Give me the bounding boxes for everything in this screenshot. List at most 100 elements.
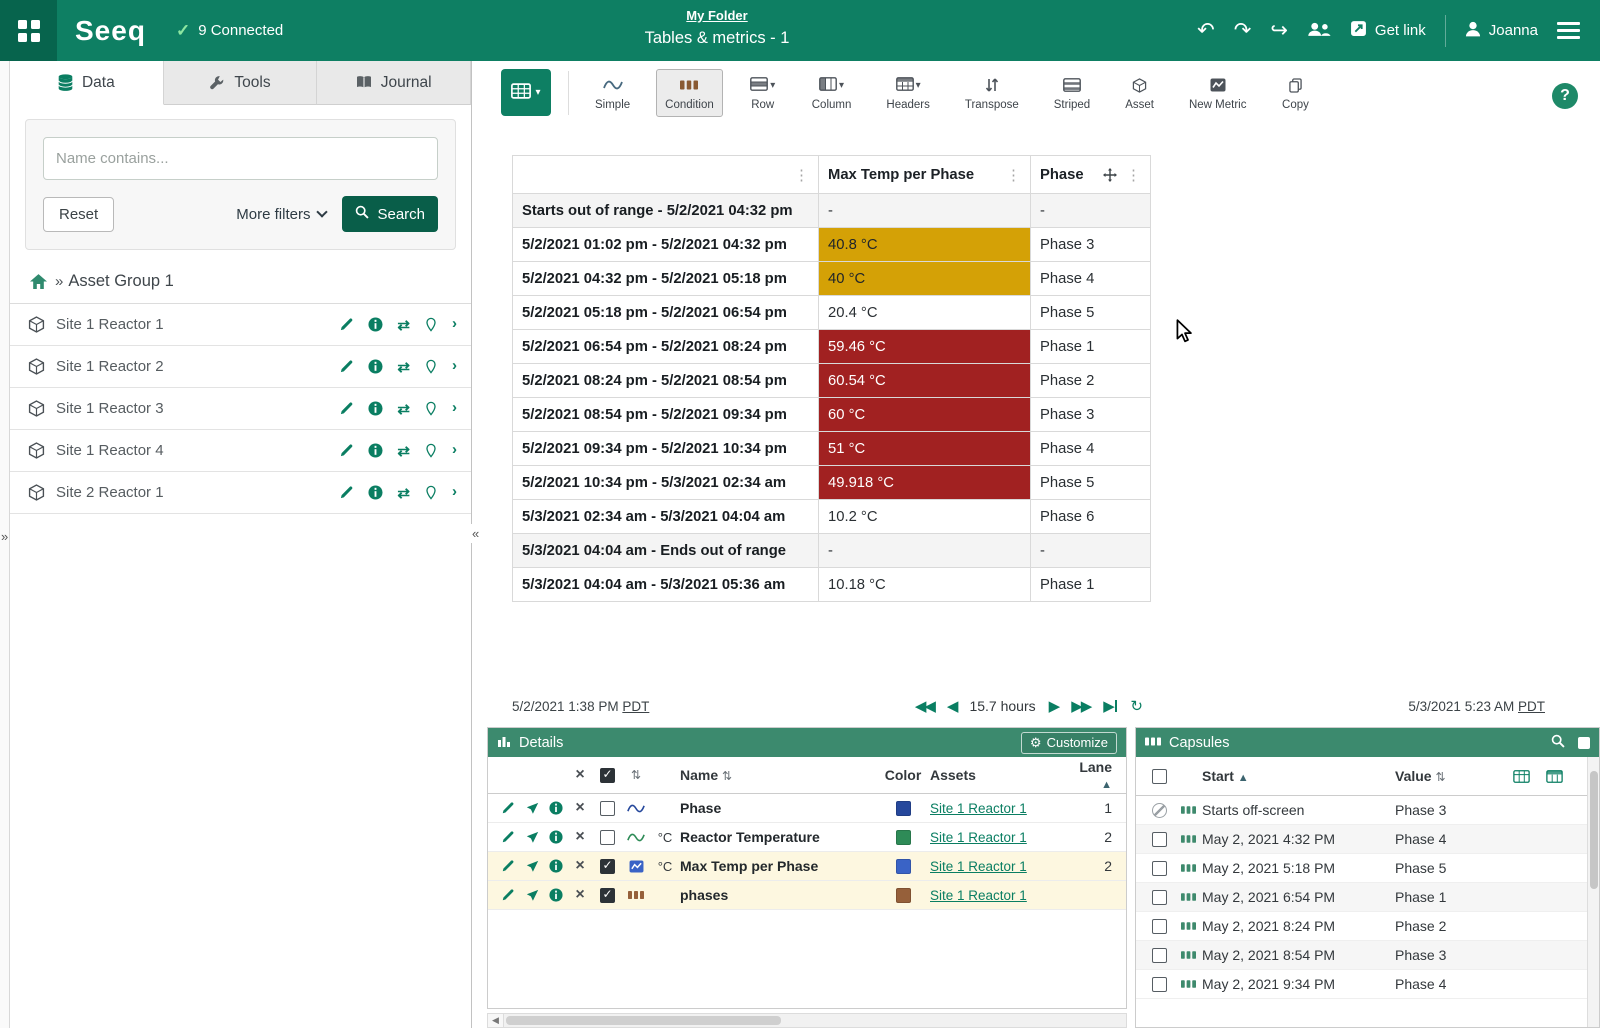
phase-value-cell[interactable]: - bbox=[1031, 194, 1151, 228]
metric-value-cell[interactable]: 20.4 °C bbox=[819, 296, 1031, 330]
details-row[interactable]: × phases Site 1 Reactor 1 bbox=[488, 881, 1126, 910]
capsule-checkbox[interactable] bbox=[1152, 977, 1167, 992]
asset-info-button[interactable] bbox=[368, 443, 383, 458]
item-info-button[interactable] bbox=[544, 888, 568, 902]
search-button[interactable]: Search bbox=[342, 196, 438, 232]
lane-column-header[interactable]: Lane ▲ bbox=[1076, 759, 1118, 791]
get-link-button[interactable]: Get link bbox=[1350, 20, 1426, 41]
details-hscrollbar[interactable]: ◀ bbox=[487, 1013, 1127, 1028]
asset-list-item[interactable]: Site 1 Reactor 2 ⇄ › bbox=[10, 346, 471, 388]
tool-striped[interactable]: Striped bbox=[1045, 69, 1099, 117]
tool-copy[interactable]: Copy bbox=[1272, 69, 1318, 117]
edit-item-button[interactable] bbox=[496, 801, 520, 815]
item-info-button[interactable] bbox=[544, 830, 568, 844]
capsule-checkbox[interactable] bbox=[1152, 890, 1167, 905]
capsule-range-cell[interactable]: 5/2/2021 08:54 pm - 5/2/2021 09:34 pm bbox=[513, 398, 819, 432]
move-column-icon[interactable] bbox=[1103, 168, 1117, 182]
capsules-vscrollbar[interactable] bbox=[1587, 757, 1599, 1027]
range-start-value[interactable]: 5/2/2021 1:38 PM bbox=[512, 699, 619, 714]
capsule-checkbox[interactable] bbox=[1152, 803, 1167, 818]
capsule-range-cell[interactable]: 5/2/2021 08:24 pm - 5/2/2021 08:54 pm bbox=[513, 364, 819, 398]
pin-asset-button[interactable] bbox=[424, 359, 438, 374]
apps-grid-button[interactable] bbox=[0, 0, 57, 61]
phase-value-cell[interactable]: Phase 1 bbox=[1031, 330, 1151, 364]
expand-asset-button[interactable]: › bbox=[452, 445, 457, 456]
navigate-item-button[interactable] bbox=[520, 802, 544, 815]
capsule-row[interactable]: Starts off-screen Phase 3 bbox=[1136, 796, 1599, 825]
edit-asset-button[interactable] bbox=[339, 317, 354, 332]
pin-asset-button[interactable] bbox=[424, 401, 438, 416]
expand-rail-button[interactable]: » bbox=[1, 529, 8, 544]
tool-new-metric[interactable]: New Metric bbox=[1180, 69, 1256, 117]
swap-asset-button[interactable]: ⇄ bbox=[397, 400, 410, 418]
metric-value-cell[interactable]: 49.918 °C bbox=[819, 466, 1031, 500]
step-to-end-button[interactable]: ▶ bbox=[1103, 697, 1117, 715]
asset-info-button[interactable] bbox=[368, 317, 383, 332]
metric-value-cell[interactable]: - bbox=[819, 194, 1031, 228]
edit-asset-button[interactable] bbox=[339, 443, 354, 458]
search-input[interactable] bbox=[43, 137, 438, 180]
value-column-header[interactable]: Value ⇅ bbox=[1395, 768, 1507, 784]
details-row[interactable]: × °C Max Temp per Phase Site 1 Reactor 1… bbox=[488, 852, 1126, 881]
step-forward-button[interactable]: ▶ bbox=[1049, 697, 1059, 715]
tool-transpose[interactable]: Transpose bbox=[956, 69, 1028, 117]
asset-list-item[interactable]: Site 1 Reactor 4 ⇄ › bbox=[10, 430, 471, 472]
tool-condition[interactable]: Condition bbox=[656, 69, 723, 117]
scroll-left-arrow[interactable]: ◀ bbox=[488, 1014, 504, 1027]
metric-value-cell[interactable]: 40 °C bbox=[819, 262, 1031, 296]
capsule-range-cell[interactable]: Starts out of range - 5/2/2021 04:32 pm bbox=[513, 194, 819, 228]
scrollbar-thumb[interactable] bbox=[506, 1016, 781, 1025]
phase-value-cell[interactable]: Phase 2 bbox=[1031, 364, 1151, 398]
phase-value-cell[interactable]: Phase 4 bbox=[1031, 432, 1151, 466]
reset-button[interactable]: Reset bbox=[43, 197, 114, 232]
add-stats-column-button[interactable] bbox=[1546, 770, 1563, 783]
tab-journal[interactable]: Journal bbox=[317, 61, 471, 105]
remove-item-button[interactable]: × bbox=[568, 799, 592, 817]
capsule-row[interactable]: May 2, 2021 4:32 PM Phase 4 bbox=[1136, 825, 1599, 854]
metric-value-cell[interactable]: 51 °C bbox=[819, 432, 1031, 466]
navigate-item-button[interactable] bbox=[520, 831, 544, 844]
column-menu-icon[interactable]: ⋮ bbox=[794, 166, 809, 184]
details-row[interactable]: × Phase Site 1 Reactor 1 1 bbox=[488, 794, 1126, 823]
users-access-button[interactable] bbox=[1307, 20, 1331, 41]
range-end-value[interactable]: 5/3/2021 5:23 AM bbox=[1408, 699, 1514, 714]
asset-link[interactable]: Site 1 Reactor 1 bbox=[930, 859, 1076, 874]
step-forward-full-button[interactable]: ▶▶ bbox=[1071, 697, 1090, 715]
navigate-item-button[interactable] bbox=[520, 889, 544, 902]
expand-asset-button[interactable]: › bbox=[452, 319, 457, 330]
swap-asset-button[interactable]: ⇄ bbox=[397, 358, 410, 376]
capsule-row[interactable]: May 2, 2021 9:34 PM Phase 4 bbox=[1136, 970, 1599, 999]
edit-item-button[interactable] bbox=[496, 859, 520, 873]
details-row[interactable]: × °C Reactor Temperature Site 1 Reactor … bbox=[488, 823, 1126, 852]
timezone-link[interactable]: PDT bbox=[1518, 699, 1545, 714]
capsule-range-cell[interactable]: 5/2/2021 01:02 pm - 5/2/2021 04:32 pm bbox=[513, 228, 819, 262]
capsule-range-cell[interactable]: 5/2/2021 10:34 pm - 5/3/2021 02:34 am bbox=[513, 466, 819, 500]
view-selector-button[interactable]: ▾ bbox=[501, 69, 551, 116]
metric-value-cell[interactable]: 59.46 °C bbox=[819, 330, 1031, 364]
asset-list-item[interactable]: Site 2 Reactor 1 ⇄ › bbox=[10, 472, 471, 514]
capsule-row[interactable]: May 2, 2021 8:24 PM Phase 2 bbox=[1136, 912, 1599, 941]
auto-update-button[interactable]: ↻ bbox=[1130, 697, 1143, 715]
tool-row[interactable]: ▾ Row bbox=[740, 69, 786, 117]
swap-asset-button[interactable]: ⇄ bbox=[397, 442, 410, 460]
tool-column[interactable]: ▾ Column bbox=[803, 69, 861, 117]
item-info-button[interactable] bbox=[544, 801, 568, 815]
asset-link[interactable]: Site 1 Reactor 1 bbox=[930, 801, 1076, 816]
capsule-row[interactable]: May 2, 2021 5:18 PM Phase 5 bbox=[1136, 854, 1599, 883]
swap-asset-button[interactable]: ⇄ bbox=[397, 484, 410, 502]
user-menu[interactable]: Joanna bbox=[1465, 21, 1538, 41]
capsule-checkbox[interactable] bbox=[1152, 861, 1167, 876]
edit-asset-button[interactable] bbox=[339, 401, 354, 416]
color-column-header[interactable]: Color bbox=[876, 767, 930, 783]
edit-item-button[interactable] bbox=[496, 830, 520, 844]
navigate-item-button[interactable] bbox=[520, 860, 544, 873]
remove-all-button[interactable]: × bbox=[568, 766, 592, 784]
customize-button[interactable]: ⚙ Customize bbox=[1021, 732, 1117, 754]
phase-value-cell[interactable]: Phase 3 bbox=[1031, 228, 1151, 262]
metric-value-cell[interactable]: 60 °C bbox=[819, 398, 1031, 432]
capsule-range-cell[interactable]: 5/2/2021 06:54 pm - 5/2/2021 08:24 pm bbox=[513, 330, 819, 364]
expand-asset-button[interactable]: › bbox=[452, 403, 457, 414]
capsule-range-cell[interactable]: 5/2/2021 04:32 pm - 5/2/2021 05:18 pm bbox=[513, 262, 819, 296]
metric-value-cell[interactable]: - bbox=[819, 534, 1031, 568]
start-column-header[interactable]: Start ▲ bbox=[1202, 768, 1395, 784]
